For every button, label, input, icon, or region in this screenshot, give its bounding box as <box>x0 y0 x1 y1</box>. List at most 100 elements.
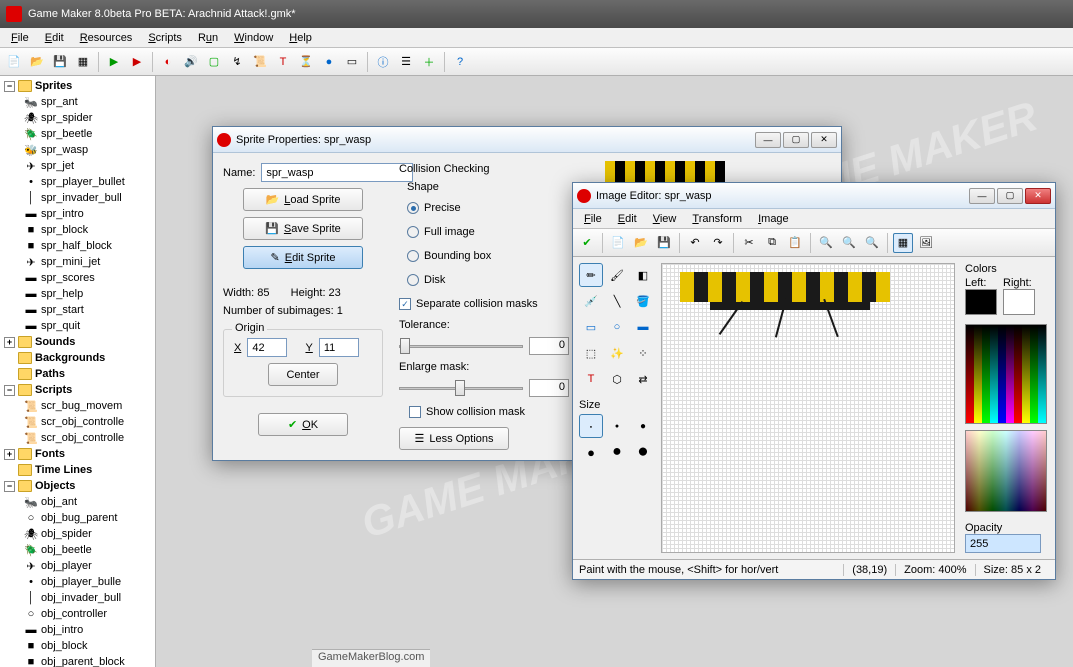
fill-tool[interactable]: 🪣 <box>631 289 655 313</box>
load-sprite-button[interactable]: 📂Load Sprite <box>243 188 363 211</box>
left-color[interactable] <box>965 289 997 315</box>
timeline-icon[interactable]: ⏳ <box>296 52 316 72</box>
tree-item[interactable]: ■spr_half_block <box>2 238 153 254</box>
ie-menu-view[interactable]: View <box>646 211 684 227</box>
pencil-tool[interactable]: ✏ <box>579 263 603 287</box>
sprite-props-titlebar[interactable]: Sprite Properties: spr_wasp — ▢ ✕ <box>213 127 841 153</box>
ellipse-tool[interactable]: ○ <box>605 315 629 339</box>
text-tool[interactable]: T <box>579 367 603 391</box>
zoom-fit-icon[interactable]: 🔍 <box>862 233 882 253</box>
zoom-out-icon[interactable]: 🔍 <box>816 233 836 253</box>
brush-tool[interactable]: 🖌 <box>605 263 629 287</box>
zoom-in-icon[interactable]: 🔍 <box>839 233 859 253</box>
font-icon[interactable]: T <box>273 52 293 72</box>
extension-icon[interactable]: ＋ <box>419 52 439 72</box>
minimize-button[interactable]: — <box>755 132 781 148</box>
tree-item[interactable]: ▬spr_intro <box>2 206 153 222</box>
image-editor-titlebar[interactable]: Image Editor: spr_wasp — ▢ ✕ <box>573 183 1055 209</box>
tolerance-value[interactable]: 0 <box>529 337 569 355</box>
object-icon[interactable]: ● <box>319 52 339 72</box>
polygon-tool[interactable]: ⬡ <box>605 367 629 391</box>
size-3[interactable]: ● <box>631 414 655 438</box>
radio-precise[interactable]: Precise <box>407 199 569 217</box>
check-show-mask[interactable]: Show collision mask <box>409 403 569 421</box>
wand-tool[interactable]: ✨ <box>605 341 629 365</box>
resource-tree[interactable]: −Sprites 🐜spr_ant🕷spr_spider🪲spr_beetle🐝… <box>0 76 156 667</box>
eraser-tool[interactable]: ◧ <box>631 263 655 287</box>
rect-tool[interactable]: ▭ <box>579 315 603 339</box>
size-1[interactable]: ● <box>579 414 603 438</box>
tree-item[interactable]: ▬spr_help <box>2 286 153 302</box>
close-button[interactable]: ✕ <box>1025 188 1051 204</box>
tree-item[interactable]: ✈spr_jet <box>2 158 153 174</box>
size-2[interactable]: ● <box>605 414 629 438</box>
run-icon[interactable]: ▶ <box>104 52 124 72</box>
tree-item[interactable]: ○obj_controller <box>2 606 153 622</box>
tree-item[interactable]: ○obj_bug_parent <box>2 510 153 526</box>
tree-item[interactable]: 🐜obj_ant <box>2 494 153 510</box>
tree-item[interactable]: 📜scr_obj_controlle <box>2 430 153 446</box>
menu-run[interactable]: Run <box>191 30 225 46</box>
tree-backgrounds[interactable]: Backgrounds <box>2 350 153 366</box>
menu-scripts[interactable]: Scripts <box>141 30 189 46</box>
tree-item[interactable]: 📜scr_bug_movem <box>2 398 153 414</box>
ie-menu-edit[interactable]: Edit <box>611 211 644 227</box>
tree-item[interactable]: │spr_invader_bull <box>2 190 153 206</box>
select-tool[interactable]: ⬚ <box>579 341 603 365</box>
tree-item[interactable]: •obj_player_bulle <box>2 574 153 590</box>
radio-full[interactable]: Full image <box>407 223 569 241</box>
new-icon[interactable]: 📄 <box>4 52 24 72</box>
radio-bbox[interactable]: Bounding box <box>407 247 569 265</box>
filled-rect-tool[interactable]: ▬ <box>631 315 655 339</box>
spray-tool[interactable]: ⁘ <box>631 341 655 365</box>
maximize-button[interactable]: ▢ <box>997 188 1023 204</box>
undo-icon[interactable]: ↶ <box>685 233 705 253</box>
check-separate[interactable]: ✓Separate collision masks <box>399 295 569 313</box>
copy-icon[interactable]: ⧉ <box>762 233 782 253</box>
tree-item[interactable]: ■obj_block <box>2 638 153 654</box>
new-icon[interactable]: 📄 <box>608 233 628 253</box>
background-icon[interactable]: ▢ <box>204 52 224 72</box>
preview-icon[interactable]: 🖼 <box>916 233 936 253</box>
tree-item[interactable]: ■obj_parent_block <box>2 654 153 667</box>
radio-disk[interactable]: Disk <box>407 271 569 289</box>
tree-item[interactable]: ■spr_block <box>2 222 153 238</box>
menu-resources[interactable]: Resources <box>73 30 140 46</box>
tree-item[interactable]: 🪲spr_beetle <box>2 126 153 142</box>
open-icon[interactable]: 📂 <box>631 233 651 253</box>
tree-item[interactable]: 🕷obj_spider <box>2 526 153 542</box>
color-spectrum[interactable] <box>965 430 1047 512</box>
menu-window[interactable]: Window <box>227 30 280 46</box>
script-icon[interactable]: 📜 <box>250 52 270 72</box>
save-icon[interactable]: 💾 <box>50 52 70 72</box>
tree-item[interactable]: 🪲obj_beetle <box>2 542 153 558</box>
tree-item[interactable]: │obj_invader_bull <box>2 590 153 606</box>
less-options-button[interactable]: ☰Less Options <box>399 427 509 450</box>
sound-icon[interactable]: 🔊 <box>181 52 201 72</box>
size-6[interactable]: ● <box>631 440 655 464</box>
ok-button[interactable]: ✔OK <box>258 413 348 436</box>
save-sprite-button[interactable]: 💾Save Sprite <box>243 217 363 240</box>
tree-item[interactable]: ▬obj_intro <box>2 622 153 638</box>
help-icon[interactable]: ? <box>450 52 470 72</box>
ie-menu-file[interactable]: File <box>577 211 609 227</box>
open-icon[interactable]: 📂 <box>27 52 47 72</box>
redo-icon[interactable]: ↷ <box>708 233 728 253</box>
tree-sounds[interactable]: +Sounds <box>2 334 153 350</box>
tree-item[interactable]: ✈obj_player <box>2 558 153 574</box>
info-icon[interactable]: ⓘ <box>373 52 393 72</box>
menu-help[interactable]: Help <box>282 30 319 46</box>
tree-item[interactable]: ▬spr_scores <box>2 270 153 286</box>
menu-file[interactable]: File <box>4 30 36 46</box>
tree-fonts[interactable]: +Fonts <box>2 446 153 462</box>
room-icon[interactable]: ▭ <box>342 52 362 72</box>
tree-item[interactable]: •spr_player_bullet <box>2 174 153 190</box>
maximize-button[interactable]: ▢ <box>783 132 809 148</box>
flip-tool[interactable]: ⇄ <box>631 367 655 391</box>
grid-icon[interactable]: ▦ <box>893 233 913 253</box>
options-icon[interactable]: ☰ <box>396 52 416 72</box>
cut-icon[interactable]: ✂ <box>739 233 759 253</box>
minimize-button[interactable]: — <box>969 188 995 204</box>
save-icon[interactable]: 💾 <box>654 233 674 253</box>
edit-sprite-button[interactable]: ✎Edit Sprite <box>243 246 363 269</box>
